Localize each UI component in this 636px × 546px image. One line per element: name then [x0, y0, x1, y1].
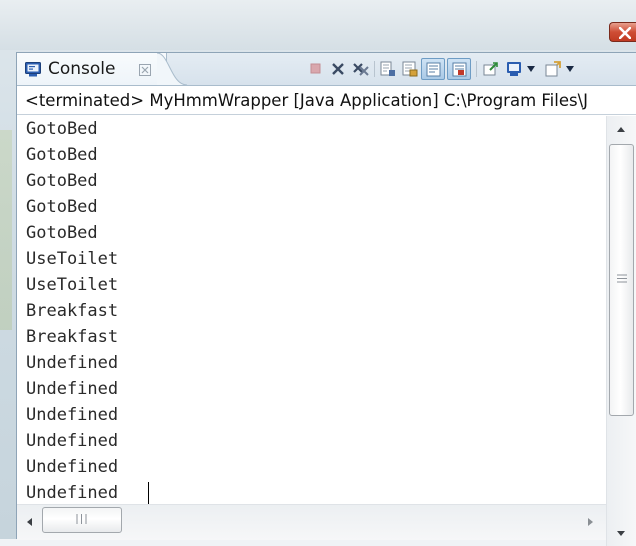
display-console-dropdown-icon[interactable] [526, 65, 536, 73]
scroll-lock-icon[interactable] [402, 61, 418, 77]
terminate-icon[interactable] [308, 61, 322, 75]
console-line: GotoBed [26, 119, 98, 139]
console-line: Undefined [26, 483, 119, 503]
open-console-dropdown-icon[interactable] [565, 65, 575, 73]
scroll-left-arrow-icon[interactable] [26, 517, 33, 527]
toolbar-separator [374, 61, 375, 77]
scroll-up-arrow-icon[interactable] [616, 126, 626, 133]
tab-console[interactable]: Console [17, 53, 167, 85]
remove-launch-icon[interactable] [330, 61, 346, 77]
console-icon [25, 62, 41, 77]
console-line: Undefined [26, 457, 119, 477]
grip-icon [76, 514, 87, 524]
display-selected-console-icon[interactable] [506, 61, 522, 77]
vertical-scrollbar[interactable] [606, 116, 636, 546]
console-line: Undefined [26, 353, 119, 373]
console-line: GotoBed [26, 197, 98, 217]
console-line: Undefined [26, 431, 119, 451]
console-line: GotoBed [26, 171, 98, 191]
view-tab-strip: Console [17, 53, 636, 86]
console-output[interactable]: GotoBed GotoBed GotoBed GotoBed GotoBed … [17, 116, 606, 504]
console-view: Console <terminated> MyHmmWrapper [Java … [16, 52, 636, 546]
console-line: UseToilet [26, 275, 119, 295]
console-line: Breakfast [26, 301, 119, 321]
console-line: Undefined [26, 379, 119, 399]
open-console-icon[interactable] [545, 61, 561, 77]
scroll-right-arrow-icon[interactable] [587, 517, 594, 527]
vertical-scroll-thumb[interactable] [609, 144, 634, 416]
console-line: GotoBed [26, 145, 98, 165]
word-wrap-button[interactable] [421, 58, 445, 80]
horizontal-scrollbar[interactable] [17, 504, 606, 540]
tab-edge [157, 53, 187, 85]
tab-console-label: Console [48, 59, 116, 79]
word-wrap-icon [426, 62, 441, 77]
show-console-on-output-button[interactable] [447, 58, 471, 80]
background-window-edge [0, 130, 12, 330]
toolbar-separator [476, 61, 477, 77]
remove-all-terminated-icon[interactable] [352, 61, 370, 77]
window-frame: Console <terminated> MyHmmWrapper [Java … [0, 0, 636, 546]
console-line: Undefined [26, 405, 119, 425]
console-line: GotoBed [26, 223, 98, 243]
window-close-button[interactable] [609, 22, 636, 42]
process-status-line: <terminated> MyHmmWrapper [Java Applicat… [17, 87, 636, 115]
close-icon [619, 27, 631, 39]
scroll-down-arrow-icon[interactable] [616, 530, 626, 537]
title-bar [0, 0, 636, 50]
console-line: Breakfast [26, 327, 119, 347]
text-caret [148, 482, 149, 504]
grip-icon [617, 274, 627, 283]
console-line: UseToilet [26, 249, 119, 269]
show-console-on-output-icon [452, 62, 467, 77]
pin-console-icon[interactable] [483, 61, 499, 77]
clear-console-icon[interactable] [380, 61, 396, 77]
close-tab-icon[interactable] [139, 64, 151, 76]
